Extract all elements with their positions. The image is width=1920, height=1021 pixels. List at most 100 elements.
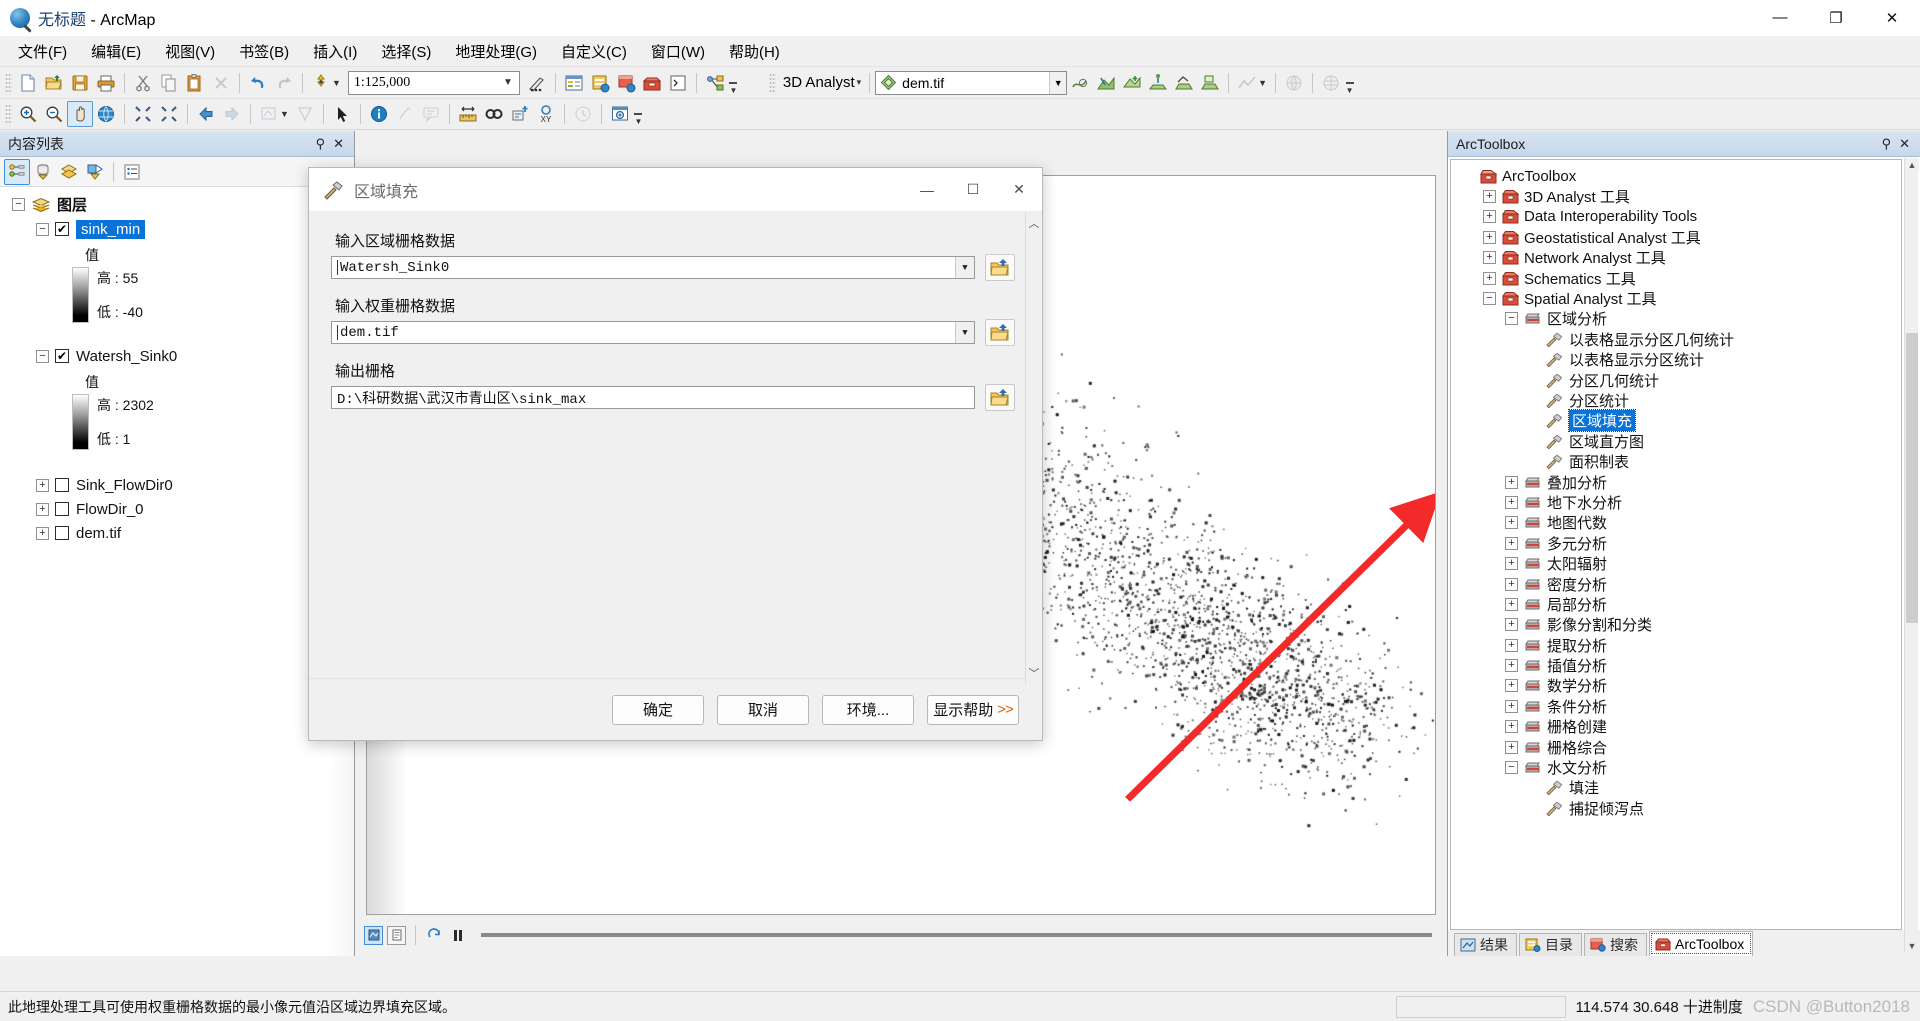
scroll-down-icon[interactable]: ﹀: [1029, 665, 1040, 681]
arctoolbox-tree-item[interactable]: − Spatial Analyst 工具: [1457, 288, 1901, 308]
full-extent-icon[interactable]: [93, 101, 119, 127]
arctoolbox-tree-item[interactable]: + 局部分析: [1457, 594, 1901, 614]
extension-menu-caret-icon[interactable]: ▾: [857, 77, 862, 88]
arctoolbox-tree-item[interactable]: 以表格显示分区统计: [1457, 350, 1901, 370]
tab-arctoolbox[interactable]: ArcToolbox: [1649, 931, 1754, 956]
zoom-out-icon[interactable]: [41, 101, 67, 127]
arctoolbox-tree[interactable]: ArcToolbox +3D Analyst 工具 + Data Interopera…: [1450, 159, 1902, 930]
contour-tool-icon[interactable]: [1145, 70, 1171, 96]
expander-icon[interactable]: +: [1483, 271, 1496, 285]
dialog-maximize-button[interactable]: ☐: [950, 168, 996, 212]
arctoolbox-tree-item[interactable]: − 水文分析: [1457, 757, 1901, 777]
arctoolbox-tree-item[interactable]: + 数学分析: [1457, 676, 1901, 696]
time-slider-icon[interactable]: [570, 101, 596, 127]
expander-icon[interactable]: +: [1505, 699, 1518, 713]
toc-close-icon[interactable]: ✕: [333, 137, 344, 150]
expander-icon[interactable]: +: [1505, 618, 1518, 632]
environments-button[interactable]: 环境...: [822, 694, 914, 725]
menu-insert[interactable]: 插入(I): [301, 37, 369, 66]
expander-icon[interactable]: +: [1505, 597, 1518, 611]
save-icon[interactable]: [67, 70, 93, 96]
python-window-icon[interactable]: [665, 70, 691, 96]
arctoolbox-tree-item[interactable]: + Data Interoperability Tools: [1457, 207, 1901, 227]
expander-icon[interactable]: −: [1483, 292, 1496, 306]
arctoolbox-pin-icon[interactable]: ⚲: [1882, 137, 1892, 150]
scroll-up-icon[interactable]: ▲: [1905, 158, 1919, 172]
refresh-view-icon[interactable]: [425, 926, 444, 945]
add-surface-icon[interactable]: [1119, 70, 1145, 96]
arctoolbox-tree-item[interactable]: + 栅格创建: [1457, 717, 1901, 737]
expander-icon[interactable]: −: [1505, 312, 1518, 326]
zoom-in-icon[interactable]: [15, 101, 41, 127]
find-route-icon[interactable]: [507, 101, 533, 127]
extension-layer-combo[interactable]: dem.tif ▼: [875, 70, 1068, 95]
go-forward-extent-icon[interactable]: [219, 101, 245, 127]
expander-icon[interactable]: +: [1505, 475, 1518, 489]
expander-icon[interactable]: +: [36, 526, 49, 540]
browse-input-weight-raster-button[interactable]: [985, 319, 1015, 346]
editor-toolbar-icon[interactable]: [524, 70, 550, 96]
expander-icon[interactable]: +: [1505, 720, 1518, 734]
toc-layer-sink-min[interactable]: − ✔ sink_min: [0, 218, 354, 240]
arctoolbox-tree-item[interactable]: + 影像分割和分类: [1457, 615, 1901, 635]
go-back-extent-icon[interactable]: [193, 101, 219, 127]
input-weight-raster-field[interactable]: dem.tif ▼: [331, 321, 975, 344]
list-by-visibility-icon[interactable]: [56, 159, 82, 185]
tools-overflow-button[interactable]: ▼: [633, 102, 644, 126]
toolbar-overflow-button[interactable]: ▼: [728, 71, 739, 95]
expander-icon[interactable]: +: [1505, 495, 1518, 509]
arcscene-icon[interactable]: [1281, 70, 1307, 96]
cancel-button[interactable]: 取消: [717, 694, 809, 725]
toc-layer-watersh-sink0[interactable]: − ✔ Watersh_Sink0: [0, 345, 354, 367]
arctoolbox-window-icon[interactable]: [639, 70, 665, 96]
chevron-down-icon[interactable]: ▼: [1049, 71, 1067, 94]
tab-search[interactable]: 搜索: [1584, 933, 1647, 956]
layer-visibility-checkbox[interactable]: ✔: [55, 222, 69, 236]
redo-icon[interactable]: [271, 70, 297, 96]
scroll-up-icon[interactable]: ︿: [1029, 215, 1040, 231]
menu-view[interactable]: 视图(V): [153, 37, 227, 66]
browse-output-raster-button[interactable]: [985, 384, 1015, 411]
copy-icon[interactable]: [156, 70, 182, 96]
list-by-drawing-order-icon[interactable]: [4, 158, 30, 185]
arctoolbox-scrollbar[interactable]: ▲ ▼: [1904, 158, 1919, 953]
expander-icon[interactable]: +: [36, 502, 49, 516]
layer-visibility-checkbox[interactable]: ✔: [55, 349, 69, 363]
list-by-source-icon[interactable]: [30, 159, 56, 185]
expander-icon[interactable]: +: [1505, 679, 1518, 693]
dialog-close-button[interactable]: ✕: [996, 168, 1042, 212]
expander-icon[interactable]: +: [1483, 210, 1496, 224]
extension-menu-label[interactable]: 3D Analyst: [779, 74, 859, 91]
interpolate-line-icon[interactable]: [1067, 70, 1093, 96]
arctoolbox-tree-item[interactable]: 以表格显示分区几何统计: [1457, 329, 1901, 349]
expander-icon[interactable]: +: [1505, 638, 1518, 652]
html-popup-icon[interactable]: [418, 101, 444, 127]
arctoolbox-tree-item[interactable]: + 太阳辐射: [1457, 553, 1901, 573]
close-button[interactable]: ✕: [1864, 0, 1920, 36]
arctoolbox-tree-item[interactable]: + 密度分析: [1457, 574, 1901, 594]
layout-view-button[interactable]: [387, 925, 406, 945]
menu-file[interactable]: 文件(F): [6, 37, 79, 66]
chevron-down-icon[interactable]: ▼: [503, 77, 513, 88]
identify-icon[interactable]: [366, 101, 392, 127]
go-to-xy-icon[interactable]: XY: [533, 101, 559, 127]
pause-drawing-icon[interactable]: [448, 926, 467, 945]
search-window-icon[interactable]: [613, 70, 639, 96]
layer-visibility-checkbox[interactable]: [55, 502, 69, 516]
browse-input-zone-raster-button[interactable]: [985, 254, 1015, 281]
arctoolbox-tree-item[interactable]: ArcToolbox: [1457, 166, 1901, 186]
paste-icon[interactable]: [182, 70, 208, 96]
arctoolbox-close-icon[interactable]: ✕: [1899, 137, 1910, 150]
arctoolbox-tree-item[interactable]: +3D Analyst 工具: [1457, 186, 1901, 206]
delete-icon[interactable]: [208, 70, 234, 96]
expander-icon[interactable]: −: [12, 197, 25, 211]
expander-icon[interactable]: +: [1505, 516, 1518, 530]
pan-icon[interactable]: [67, 101, 93, 127]
undo-icon[interactable]: [245, 70, 271, 96]
expander-icon[interactable]: +: [1483, 251, 1496, 265]
expander-icon[interactable]: +: [1505, 740, 1518, 754]
menu-selection[interactable]: 选择(S): [369, 37, 443, 66]
arctoolbox-tree-item[interactable]: 区域直方图: [1457, 431, 1901, 451]
chevron-down-icon[interactable]: ▼: [955, 257, 974, 278]
expander-icon[interactable]: +: [1505, 577, 1518, 591]
